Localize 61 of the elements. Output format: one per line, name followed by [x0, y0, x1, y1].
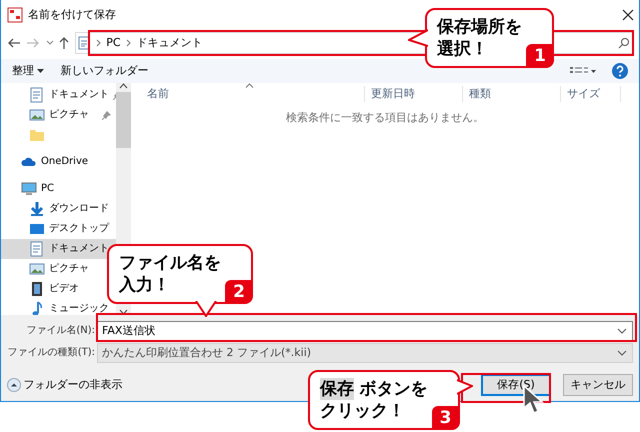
highlighted-word: 保存 — [320, 378, 354, 400]
sidebar-item[interactable]: デスクトップ — [1, 218, 116, 239]
column-header[interactable]: 名前 — [131, 86, 365, 102]
callout-text: 保存場所を — [437, 16, 522, 38]
dropdown-icon[interactable] — [46, 40, 54, 46]
collapse-icon — [6, 378, 20, 392]
step-number-badge: 2 — [225, 280, 253, 304]
document-icon — [78, 36, 90, 50]
scrollbar-thumb[interactable] — [116, 92, 131, 148]
column-header[interactable]: 種類 — [463, 86, 561, 102]
search-icon[interactable] — [618, 37, 630, 49]
callout-text: クリック！ — [320, 400, 405, 422]
caret-icon — [36, 68, 44, 73]
column-header[interactable]: 更新日時 — [365, 86, 463, 102]
document-icon — [29, 240, 45, 257]
picture-icon — [29, 260, 45, 277]
sidebar-item[interactable]: ピクチャ — [1, 258, 116, 279]
file-name-field[interactable]: FAX送信状 — [97, 320, 633, 341]
chevron-icon — [126, 39, 132, 47]
chevron-down-icon — [617, 350, 627, 356]
computer-icon — [21, 180, 37, 197]
step-number-badge: 3 — [432, 406, 460, 430]
help-icon[interactable] — [612, 62, 628, 79]
view-icon[interactable] — [570, 66, 596, 76]
picture-icon — [29, 106, 45, 123]
new-folder-button[interactable]: 新しいフォルダー — [60, 62, 148, 79]
scroll-down-icon[interactable] — [119, 308, 128, 315]
sidebar-item[interactable]: ドキュメント — [1, 238, 116, 259]
download-icon — [29, 200, 45, 217]
close-icon[interactable] — [622, 9, 634, 21]
field-label: ファイルの種類(T): — [6, 346, 96, 360]
pin-icon — [102, 110, 112, 120]
chevron-down-icon — [617, 328, 627, 334]
back-icon[interactable] — [6, 37, 20, 49]
callout-text: ファイル名を — [119, 252, 221, 274]
document-icon — [29, 86, 45, 103]
breadcrumb-item[interactable]: PC — [106, 34, 121, 52]
app-icon — [6, 7, 22, 23]
sidebar-item[interactable]: OneDrive — [1, 152, 116, 172]
film-icon — [29, 280, 45, 297]
cancel-button[interactable]: キャンセル — [563, 374, 633, 396]
callout-text: ボタンを — [360, 378, 428, 400]
up-icon[interactable] — [59, 36, 69, 50]
callout-text: 選択！ — [437, 38, 488, 60]
column-header[interactable]: サイズ — [561, 86, 621, 102]
chevron-icon — [96, 39, 101, 47]
sidebar-item[interactable]: ビデオ — [1, 278, 116, 299]
callout-text: 入力！ — [119, 274, 170, 296]
field-label: ファイル名(N): — [25, 324, 96, 338]
organize-button[interactable]: 整理 — [12, 62, 44, 79]
empty-message: 検索条件に一致する項目はありません。 — [286, 111, 484, 124]
breadcrumb-item[interactable]: ドキュメント — [136, 34, 203, 52]
file-type-dropdown[interactable]: かんたん印刷位置合わせ 2 ファイル(*.kii) — [97, 342, 633, 363]
window-title: 名前を付けて保存 — [28, 6, 117, 23]
sort-icon — [245, 82, 254, 88]
sidebar-item[interactable]: PC — [1, 178, 116, 199]
step-number-badge: 1 — [526, 44, 554, 68]
hide-folders-button[interactable]: フォルダーの非表示 — [6, 376, 122, 393]
sidebar-item[interactable]: ダウンロード — [1, 198, 116, 219]
sidebar-item[interactable]: ピクチャ — [1, 104, 116, 125]
scroll-up-icon[interactable] — [119, 82, 128, 89]
